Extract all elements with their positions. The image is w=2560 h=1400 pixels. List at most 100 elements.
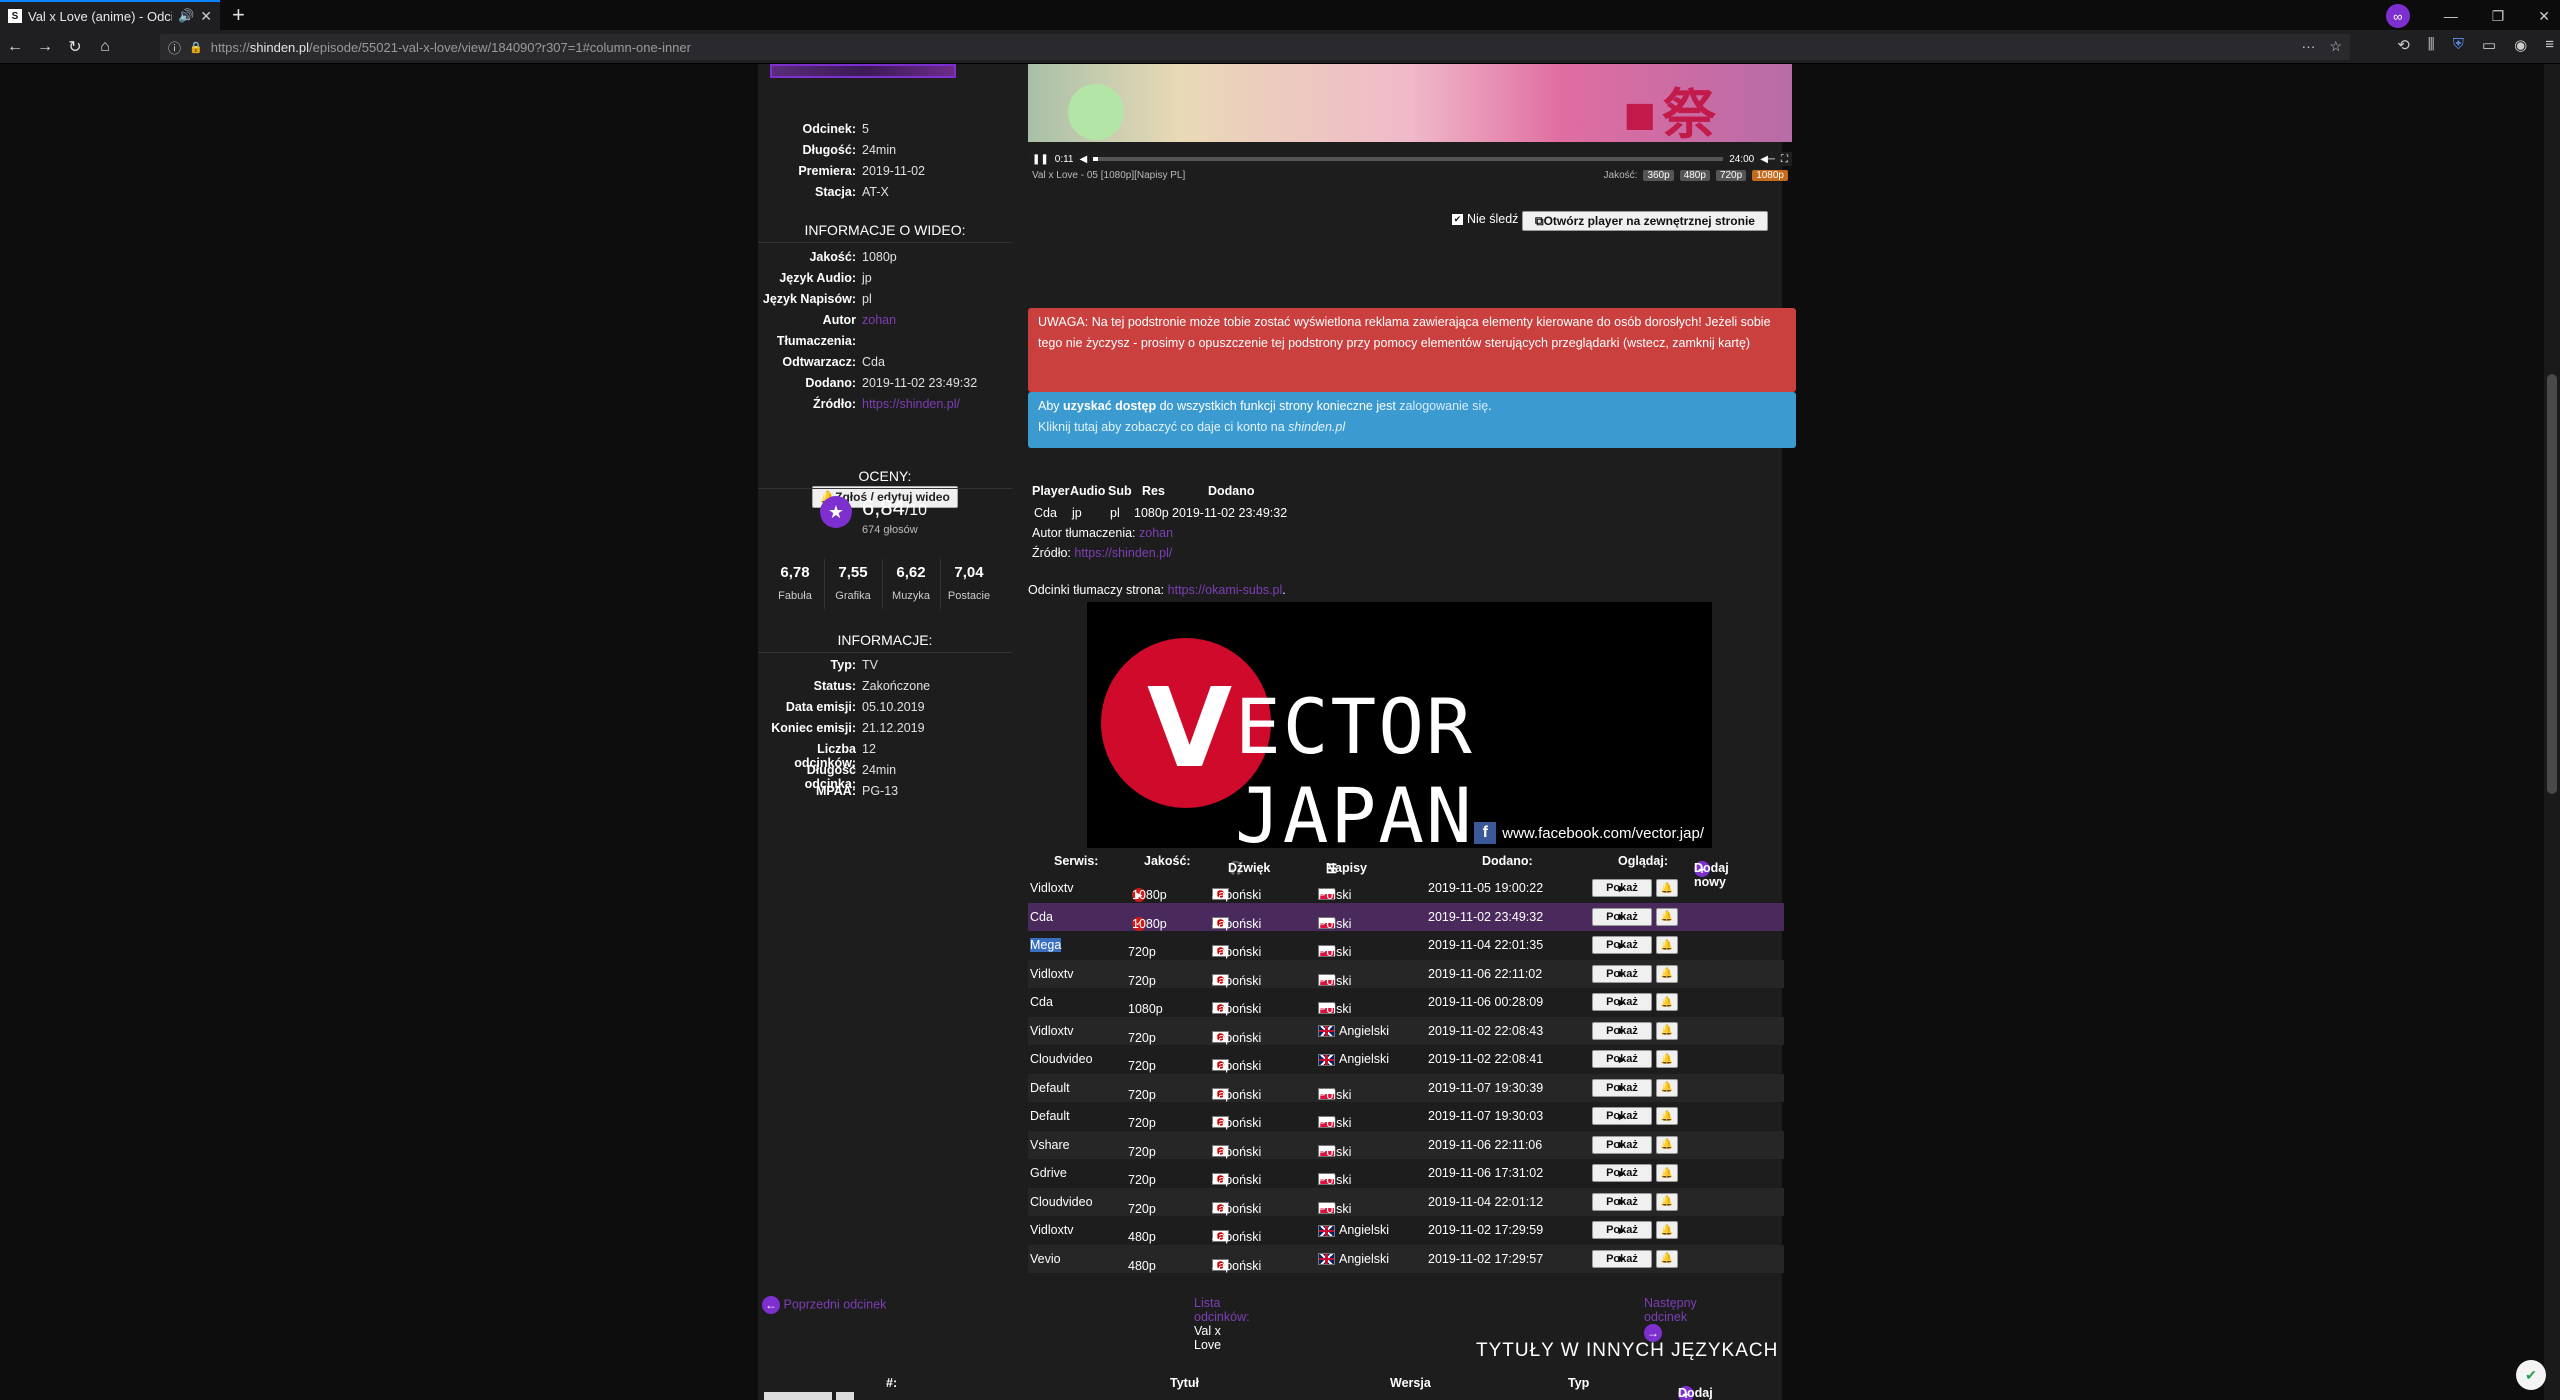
anime-poster[interactable] (770, 64, 956, 78)
translators-link[interactable]: https://okami-subs.pl (1168, 583, 1283, 597)
show-button[interactable]: ▶ Pokaż (1592, 1164, 1652, 1182)
notify-bell-button[interactable]: 🔔 (1656, 1221, 1678, 1239)
url-text[interactable]: https://shinden.pl/episode/55021-val-x-l… (211, 40, 691, 55)
info-link[interactable]: zohan (862, 313, 896, 333)
back-button[interactable]: ← (0, 38, 30, 56)
show-button[interactable]: ▶ Pokaż (1592, 1221, 1652, 1239)
info-title: INFORMACJE: (758, 632, 1012, 653)
fullscreen-icon[interactable]: ⛶ (1781, 154, 1788, 165)
nie-sledz-checkbox[interactable]: ✔ Nie śledź (1452, 212, 1518, 226)
close-tab-icon[interactable]: ✕ (200, 8, 212, 25)
notify-bell-button[interactable]: 🔔 (1656, 907, 1678, 926)
next-episode-link[interactable]: Następny odcinek → (1644, 1296, 1697, 1342)
notify-bell-button[interactable]: 🔔 (1656, 964, 1678, 983)
episode-row[interactable]: Vidloxtv 480p Japoński Angielski 2019-11-02 … (1028, 1216, 1784, 1245)
login-link[interactable]: zalogowanie się (1399, 399, 1488, 413)
notify-bell-button[interactable]: 🔔 (1656, 1050, 1678, 1068)
page-scrollbar[interactable] (2544, 64, 2560, 1400)
show-button[interactable]: ▶ Pokaż (1592, 1192, 1652, 1211)
address-bar[interactable]: ⓘ 🔒 https://shinden.pl/episode/55021-val… (160, 34, 2350, 60)
notify-bell-button[interactable]: 🔔 (1656, 936, 1678, 954)
episode-row[interactable]: Cda 1080p Japoński Polski 2019-11-06 00:28:0… (1028, 988, 1784, 1017)
episode-row[interactable]: Default 720p Japoński Polski 2019-11-07 19:3… (1028, 1073, 1784, 1102)
episode-row[interactable]: Vevio 480p Japoński Angielski 2019-11-02 17:… (1028, 1244, 1784, 1273)
minimize-button[interactable]: — (2444, 8, 2458, 24)
quality-option[interactable]: 480p (1679, 169, 1710, 181)
episode-row[interactable]: Mega 720p Japoński Polski 2019-11-04 22:01:3… (1028, 931, 1784, 960)
show-button[interactable]: ▶ Pokaż (1592, 879, 1652, 897)
show-button[interactable]: ▶ Pokaż (1592, 1021, 1652, 1040)
notify-bell-button[interactable]: 🔔 (1656, 1135, 1678, 1154)
seek-bar[interactable] (1093, 157, 1724, 161)
open-external-player-button[interactable]: ⧉ Otwórz player na zewnętrznej stronie (1522, 211, 1768, 231)
small-button[interactable] (836, 1392, 854, 1400)
info-value: 24min (862, 143, 897, 157)
speaker-icon[interactable]: 🔊 (178, 8, 194, 24)
seek-progress (1093, 157, 1099, 161)
episode-row[interactable]: Vidloxtv ▶ 1080p Japoński Polski 2019-11-05 1… (1028, 874, 1784, 903)
show-button[interactable]: ▶ Pokaż (1592, 1249, 1652, 1268)
quality-option[interactable]: 360p (1643, 169, 1674, 181)
video-player[interactable]: ■祭 (1028, 64, 1792, 142)
more-actions-icon[interactable]: ··· (2301, 38, 2315, 55)
new-tab-button[interactable]: + (232, 2, 245, 28)
small-button[interactable] (764, 1392, 832, 1400)
episode-row[interactable]: Cloudvideo 720p Japoński Polski 2019-11-04 2… (1028, 1187, 1784, 1216)
notify-bell-button[interactable]: 🔔 (1656, 1164, 1678, 1182)
bookmark-star-icon[interactable]: ☆ (2329, 38, 2342, 55)
login-info-alert[interactable]: Aby uzyskać dostęp do wszystkich funkcji… (1028, 392, 1796, 448)
author-link[interactable]: zohan (1139, 526, 1173, 540)
show-button[interactable]: ▶ Pokaż (1592, 907, 1652, 926)
history-icon[interactable]: ⟲ (2397, 36, 2410, 54)
private-mask-icon[interactable]: ∞ (2385, 4, 2410, 28)
shield-extension-icon[interactable]: ⛨ (2453, 36, 2464, 54)
show-button[interactable]: ▶ Pokaż (1592, 1135, 1652, 1154)
episode-row[interactable]: Cloudvideo 720p Japoński Angielski 2019-11-0… (1028, 1045, 1784, 1074)
prev-episode-link[interactable]: ← Poprzedni odcinek (762, 1296, 886, 1314)
episode-list-link[interactable]: Lista odcinków: Val x Love (1194, 1296, 1250, 1352)
episode-row[interactable]: Gdrive 720p Japoński Polski 2019-11-06 17:31… (1028, 1159, 1784, 1188)
forward-button[interactable]: → (30, 38, 60, 56)
reload-button[interactable]: ↻ (60, 37, 90, 57)
security-shield-icon[interactable]: ✔ (2516, 1360, 2546, 1390)
vector-japan-banner[interactable]: V ECTOR JAPAN f www.facebook.com/vector.j… (1087, 602, 1712, 860)
show-button[interactable]: ▶ Pokaż (1592, 1078, 1652, 1097)
show-button[interactable]: ▶ Pokaż (1592, 1050, 1652, 1068)
episode-row[interactable]: Cda ✓ 1080p Japoński Polski 2019-11-02 23:49:… (1028, 902, 1784, 931)
source-link[interactable]: https://shinden.pl/ (1074, 546, 1172, 560)
episode-row[interactable]: Default 720p Japoński Polski 2019-11-07 19:3… (1028, 1102, 1784, 1131)
notify-bell-button[interactable]: 🔔 (1656, 1078, 1678, 1097)
show-button[interactable]: ▶ Pokaż (1592, 1107, 1652, 1125)
episode-row[interactable]: Vidloxtv 720p Japoński Angielski 2019-11-02 … (1028, 1016, 1784, 1045)
quality-option[interactable]: 720p (1715, 169, 1747, 181)
notify-bell-button[interactable]: 🔔 (1656, 1021, 1678, 1040)
quality-option[interactable]: 1080p (1752, 169, 1788, 181)
browser-tab-active[interactable]: S Val x Love (anime) - Odcinek 🔊 ✕ (0, 0, 220, 30)
checkbox-checked-icon[interactable]: ✔ (1452, 213, 1463, 225)
close-window-button[interactable]: ✕ (2538, 8, 2550, 25)
restore-button[interactable]: ❐ (2492, 8, 2505, 25)
notify-bell-button[interactable]: 🔔 (1656, 1249, 1678, 1268)
mute-icon[interactable]: ◀─ (1760, 154, 1775, 165)
lock-icon[interactable]: 🔒 (189, 41, 203, 54)
info-link[interactable]: https://shinden.pl/ (862, 397, 960, 417)
pause-icon[interactable]: ❚❚ (1032, 154, 1049, 165)
menu-icon[interactable]: ≡ (2545, 36, 2554, 54)
show-button[interactable]: ▶ Pokaż (1592, 993, 1652, 1011)
notify-bell-button[interactable]: 🔔 (1656, 993, 1678, 1011)
sidebar-icon[interactable]: ▭ (2482, 36, 2496, 54)
show-button[interactable]: ▶ Pokaż (1592, 964, 1652, 983)
scrollbar-thumb[interactable] (2547, 374, 2557, 794)
notify-bell-button[interactable]: 🔔 (1656, 879, 1678, 897)
library-icon[interactable]: ⫼ (2428, 36, 2435, 54)
volume-icon[interactable]: ◀ (1080, 154, 1088, 165)
notify-bell-button[interactable]: 🔔 (1656, 1107, 1678, 1125)
show-button[interactable]: ▶ Pokaż (1592, 936, 1652, 954)
episode-row[interactable]: Vidloxtv 720p Japoński Polski 2019-11-06 22:… (1028, 959, 1784, 988)
episode-row[interactable]: Vshare 720p Japoński Polski 2019-11-06 22:11… (1028, 1130, 1784, 1159)
notify-bell-button[interactable]: 🔔 (1656, 1192, 1678, 1211)
time-total: 24:00 (1729, 153, 1755, 165)
account-icon[interactable]: ◉ (2514, 36, 2527, 54)
info-icon[interactable]: ⓘ (168, 38, 181, 57)
home-button[interactable]: ⌂ (90, 38, 120, 56)
